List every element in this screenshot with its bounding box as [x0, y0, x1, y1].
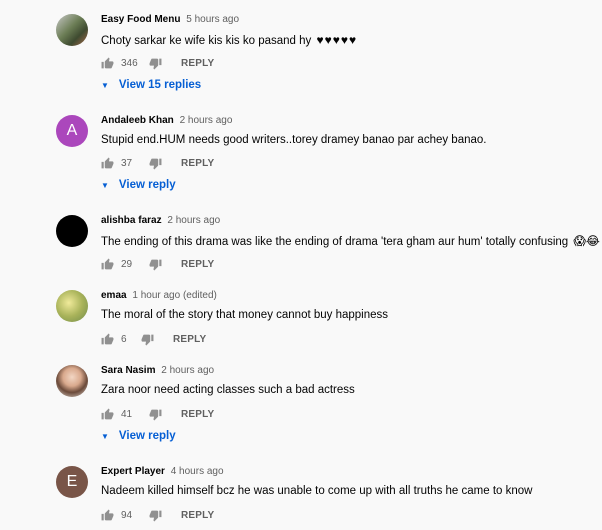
comment-body: Nadeem killed himself bcz he was unable …	[101, 485, 533, 497]
author-name[interactable]: alishba faraz	[101, 215, 162, 226]
avatar-letter: A	[66, 122, 78, 139]
chevron-down-icon: ▼	[101, 180, 109, 190]
comment-time[interactable]: 5 hours ago	[186, 14, 239, 25]
view-replies-button[interactable]: ▼ View reply	[101, 430, 176, 442]
comment-header: emaa 1 hour ago (edited)	[101, 290, 217, 301]
avatar-letter: E	[66, 473, 78, 490]
comment-text: Stupid end.HUM needs good writers..torey…	[101, 134, 486, 146]
comment-body: The ending of this drama was like the en…	[101, 236, 569, 248]
thumbs-up-icon[interactable]	[101, 157, 114, 170]
like-count: 346	[121, 57, 138, 69]
avatar[interactable]	[56, 215, 88, 247]
comment-header: Easy Food Menu 5 hours ago	[101, 14, 239, 25]
thumbs-up-icon[interactable]	[101, 333, 114, 346]
view-replies-label: View reply	[118, 430, 176, 442]
reply-button[interactable]: REPLY	[181, 510, 214, 521]
chevron-down-icon: ▼	[101, 431, 109, 441]
reply-button[interactable]: REPLY	[181, 58, 214, 69]
comment-text: The moral of the story that money cannot…	[101, 309, 388, 321]
comment-header: alishba faraz 2 hours ago	[101, 215, 220, 226]
comment-time[interactable]: 2 hours ago	[161, 365, 214, 376]
comment-actions: 37 REPLY	[101, 155, 214, 171]
comment-text: Nadeem killed himself bcz he was unable …	[101, 485, 532, 497]
author-name[interactable]: Expert Player	[101, 466, 165, 477]
comment-body: Stupid end.HUM needs good writers..torey…	[101, 134, 487, 146]
like-count: 41	[121, 408, 133, 420]
thumbs-up-icon[interactable]	[101, 408, 114, 421]
avatar[interactable]: E	[56, 466, 88, 498]
comment-actions: 346 REPLY	[101, 55, 214, 71]
thumbs-down-icon[interactable]	[149, 258, 162, 271]
thumbs-down-icon[interactable]	[149, 509, 162, 522]
reply-button[interactable]: REPLY	[181, 158, 214, 169]
avatar[interactable]	[56, 14, 88, 46]
avatar[interactable]	[56, 365, 88, 397]
emoji: 😱😂	[573, 234, 600, 248]
comment-actions: 41 REPLY	[101, 406, 214, 422]
thumbs-down-icon[interactable]	[149, 408, 162, 421]
thumbs-up-icon[interactable]	[101, 258, 114, 271]
comment-time[interactable]: 1 hour ago (edited)	[132, 290, 217, 301]
thumbs-down-icon[interactable]	[149, 57, 162, 70]
comment-body: The moral of the story that money cannot…	[101, 309, 389, 321]
comment-text: Zara noor need acting classes such a bad…	[101, 384, 355, 396]
comment-header: Andaleeb Khan 2 hours ago	[101, 115, 232, 126]
comment-time[interactable]: 2 hours ago	[180, 115, 233, 126]
view-replies-button[interactable]: ▼ View 15 replies	[101, 79, 201, 91]
avatar[interactable]: A	[56, 115, 88, 147]
like-count: 29	[121, 258, 133, 270]
comment-header: Expert Player 4 hours ago	[101, 466, 224, 477]
reply-button[interactable]: REPLY	[173, 334, 206, 345]
avatar[interactable]	[56, 290, 88, 322]
thumbs-up-icon[interactable]	[101, 509, 114, 522]
hearts-emoji: ♥♥♥♥♥	[316, 33, 358, 47]
thumbs-down-icon[interactable]	[149, 157, 162, 170]
thumbs-down-icon[interactable]	[141, 333, 154, 346]
reply-button[interactable]: REPLY	[181, 259, 214, 270]
comment-time[interactable]: 4 hours ago	[171, 466, 224, 477]
author-name[interactable]: Easy Food Menu	[101, 14, 180, 25]
view-replies-label: View reply	[118, 179, 176, 191]
comment-time[interactable]: 2 hours ago	[167, 215, 220, 226]
view-replies-label: View 15 replies	[118, 79, 202, 91]
comment-actions: 94 REPLY	[101, 507, 214, 523]
comment-actions: 6 REPLY	[101, 331, 206, 347]
author-name[interactable]: Andaleeb Khan	[101, 115, 174, 126]
thumbs-up-icon[interactable]	[101, 57, 114, 70]
chevron-down-icon: ▼	[101, 80, 109, 90]
comment-header: Sara Nasim 2 hours ago	[101, 365, 214, 376]
like-count: 37	[121, 157, 133, 169]
author-name[interactable]: Sara Nasim	[101, 365, 155, 376]
comment-body: Choty sarkar ke wife kis kis ko pasand h…	[101, 35, 312, 47]
comment-actions: 29 REPLY	[101, 256, 214, 272]
view-replies-button[interactable]: ▼ View reply	[101, 179, 176, 191]
reply-button[interactable]: REPLY	[181, 409, 214, 420]
comment-body: Zara noor need acting classes such a bad…	[101, 384, 355, 396]
like-count: 6	[121, 333, 127, 345]
comment-text: Choty sarkar ke wife kis kis ko pasand h…	[101, 33, 357, 47]
like-count: 94	[121, 509, 133, 521]
author-name[interactable]: emaa	[101, 290, 127, 301]
comment-text: The ending of this drama was like the en…	[101, 234, 600, 248]
